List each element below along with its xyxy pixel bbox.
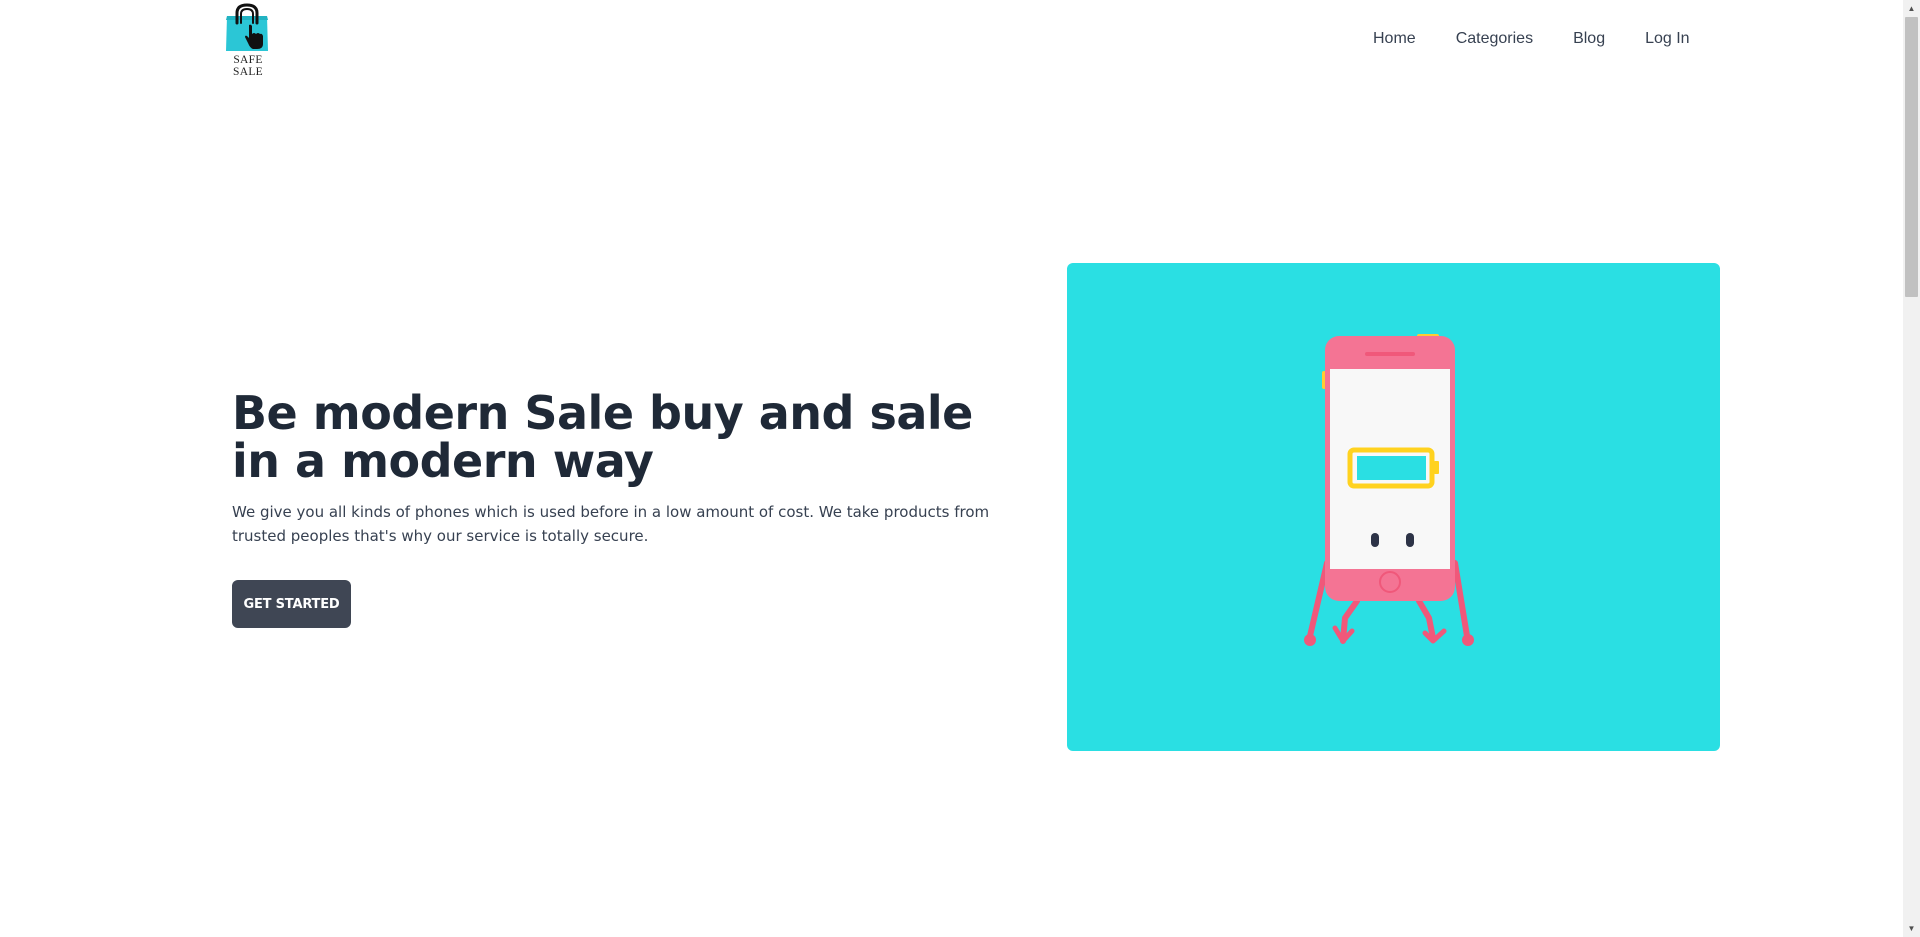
- scroll-thumb[interactable]: [1905, 17, 1918, 297]
- vertical-scrollbar[interactable]: ▲ ▼: [1903, 0, 1920, 937]
- hero-illustration: [1067, 263, 1720, 751]
- hero-description: We give you all kinds of phones which is…: [232, 503, 990, 545]
- site-logo[interactable]: SAFE SALE: [218, 3, 278, 78]
- nav-categories[interactable]: Categories: [1456, 28, 1533, 50]
- page: SAFE SALE Home Categories Blog Log In Be…: [0, 0, 1920, 937]
- arrow-down-icon[interactable]: ▼: [1903, 920, 1920, 937]
- walking-phone-battery-illustration: [1304, 334, 1474, 646]
- logo-text: SAFE SALE: [233, 54, 263, 78]
- get-started-button[interactable]: GET STARTED: [232, 580, 351, 628]
- hero-title: Be modern Sale buy and sale in a modern …: [232, 386, 973, 488]
- arrow-up-icon[interactable]: ▲: [1903, 0, 1920, 17]
- shopping-bag-cursor-icon: [226, 3, 268, 51]
- nav-home[interactable]: Home: [1373, 28, 1416, 50]
- nav-login[interactable]: Log In: [1645, 28, 1689, 50]
- nav-blog[interactable]: Blog: [1573, 28, 1605, 50]
- main-nav: Home Categories Blog Log In: [1373, 28, 1690, 50]
